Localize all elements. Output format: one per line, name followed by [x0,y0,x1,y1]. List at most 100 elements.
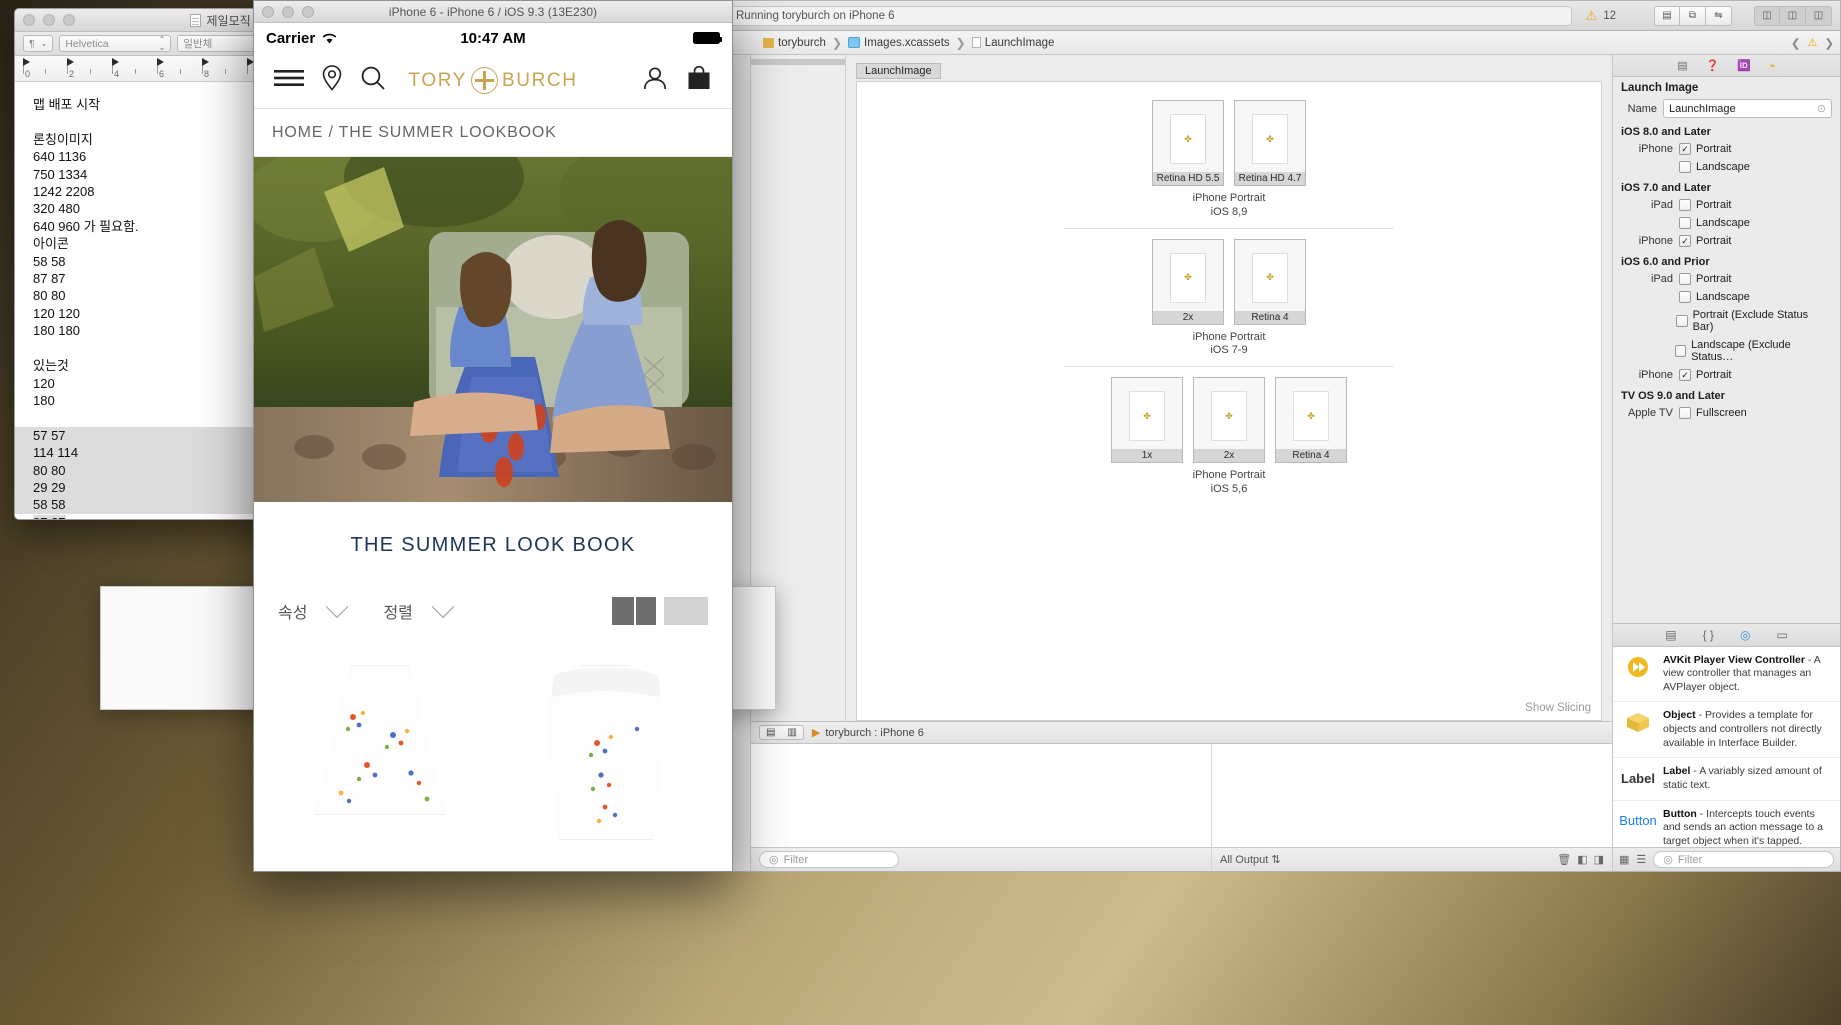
grid-2-column-icon[interactable] [612,597,656,625]
panel-toggle-group[interactable]: ◫ ◫ ◫ [1754,6,1832,26]
filter-attributes[interactable]: 속성 [278,599,345,623]
list-item[interactable]: Button Button - Intercepts touch events … [1613,801,1840,847]
object-library-list[interactable]: AVKit Player View Controller - A view co… [1613,647,1840,848]
checkbox-icon[interactable]: ✓ [1679,369,1691,381]
checkbox-portrait[interactable]: Portrait [1679,272,1739,286]
checkbox-landscape-exclude-status[interactable]: Landscape (Exclude Status… [1675,338,1832,364]
active-scheme-crumb[interactable]: ▶ toryburch : iPhone 6 [812,726,924,739]
list-view-icon[interactable]: ☰ [1636,853,1646,866]
assistant-editor-icon[interactable]: ⧉ [1680,6,1706,26]
code-snippet-library-icon[interactable]: { } [1703,628,1714,642]
checkbox-portrait[interactable]: ✓ Portrait [1679,368,1739,382]
checkbox-fullscreen[interactable]: Fullscreen [1679,406,1755,420]
image-slot[interactable]: ✤ Retina HD 4.7 [1234,100,1306,186]
image-slot[interactable]: ✤ 2x [1152,239,1224,325]
list-item[interactable]: Label Label - A variably sized amount of… [1613,758,1840,800]
quick-help-icon[interactable]: ❓ [1706,59,1720,72]
trash-icon[interactable]: 🗑 [1557,853,1571,866]
breadcrumb-project[interactable]: toryburch [763,37,826,49]
device-label: iPhone [1621,143,1673,155]
grid-1-column-icon[interactable] [664,597,708,625]
inspector-tab-bar[interactable]: ▤ ❓ 🆔 ⌁ [1613,55,1840,77]
filter-sort[interactable]: 정렬 [383,599,450,623]
show-slicing-button[interactable]: Show Slicing [1525,702,1591,714]
left-pane-icon[interactable]: ◧ [1577,853,1587,866]
image-slot[interactable]: ✤ 2x [1193,377,1265,463]
identity-inspector-icon[interactable]: 🆔 [1737,59,1751,72]
list-item[interactable]: AVKit Player View Controller - A view co… [1613,647,1840,703]
checkbox-portrait[interactable]: ✓ Portrait [1679,142,1739,156]
asset-item-launchimage[interactable] [751,59,845,65]
checkbox-icon[interactable] [1675,345,1686,357]
file-template-library-icon[interactable]: ▤ [1665,628,1676,642]
checkbox-portrait[interactable]: ✓ Portrait [1679,234,1739,248]
image-slot[interactable]: ✤ Retina HD 5.5 [1152,100,1224,186]
product-card-skirt[interactable] [276,655,484,871]
image-slot[interactable]: ✤ Retina 4 [1275,377,1347,463]
output-scope-select[interactable]: All Output ⇅ [1220,853,1281,866]
xcode-jump-bar[interactable]: toryburch ❯ Images.xcassets ❯ LaunchImag… [691,31,1840,55]
tab-marker[interactable] [157,58,164,66]
editor-mode-group[interactable]: ▤ ⧉ ⇋ [1654,6,1732,26]
jumpbar-warning-icon[interactable]: ⚠ [1807,36,1817,49]
jumpbar-forward-icon[interactable]: ❯ [1824,36,1834,50]
debug-view-toggle[interactable]: ▤▥ [759,725,804,740]
product-card-dress[interactable] [502,655,710,871]
checkbox-icon[interactable] [1679,199,1691,211]
chevron-down-icon [326,595,349,618]
checkbox-landscape[interactable]: Landscape [1679,216,1758,230]
image-slot[interactable]: ✤ 1x [1111,377,1183,463]
view-toggle[interactable] [612,597,708,625]
standard-editor-icon[interactable]: ▤ [1654,6,1680,26]
checkbox-icon[interactable] [1679,217,1691,229]
grid-view-icon[interactable]: ▦ [1619,853,1629,866]
slot-label: Retina HD 4.7 [1235,172,1305,185]
xcode-utilities-pane: ▤ ❓ 🆔 ⌁ Launch Image Name LaunchImage ⊙ … [1612,55,1840,871]
name-input[interactable]: LaunchImage ⊙ [1663,99,1832,118]
right-pane-icon[interactable]: ◨ [1594,853,1604,866]
ios-simulator-window[interactable]: iPhone 6 - iPhone 6 / iOS 9.3 (13E230) C… [253,0,733,872]
checkbox-icon[interactable] [1679,273,1691,285]
attributes-inspector-icon[interactable]: ⌁ [1769,59,1776,72]
checkbox-icon[interactable]: ✓ [1679,235,1691,247]
console-output-pane[interactable]: All Output ⇅ 🗑 ◧ ◨ [1212,744,1612,871]
breadcrumb-launchimage[interactable]: LaunchImage [972,37,1055,49]
simulator-titlebar[interactable]: iPhone 6 - iPhone 6 / iOS 9.3 (13E230) [254,1,732,23]
toggle-navigator-icon[interactable]: ◫ [1754,6,1780,26]
variables-filter-input[interactable]: ◎ Filter [759,851,899,868]
breadcrumb-xcassets[interactable]: Images.xcassets [848,37,950,49]
image-slot[interactable]: ✤ Retina 4 [1234,239,1306,325]
variables-pane[interactable]: ◎ Filter [751,744,1212,871]
checkbox-portrait-exclude-status[interactable]: Portrait (Exclude Status Bar) [1676,308,1832,334]
toggle-utilities-icon[interactable]: ◫ [1806,6,1832,26]
app-nav-bar: TORY BURCH [254,53,732,109]
xcode-window[interactable]: 2 Running toryburch on iPhone 6 ⚠ 12 ▤ ⧉… [690,0,1841,872]
jumpbar-back-icon[interactable]: ❮ [1791,36,1801,50]
version-editor-icon[interactable]: ⇋ [1706,6,1732,26]
media-library-icon[interactable]: ▭ [1776,628,1787,642]
toggle-debug-icon[interactable]: ◫ [1780,6,1806,26]
paragraph-style-select[interactable]: ¶ ⌄ [23,35,53,52]
checkbox-landscape[interactable]: Landscape [1679,290,1758,304]
file-inspector-icon[interactable]: ▤ [1677,59,1687,72]
checkbox-icon[interactable] [1679,161,1691,173]
tab-marker[interactable] [23,58,30,66]
checkbox-icon[interactable] [1676,315,1687,327]
checkbox-portrait[interactable]: Portrait [1679,198,1739,212]
asset-canvas[interactable]: ✤ Retina HD 5.5 ✤ Retina HD 4.7 [856,81,1602,721]
tab-marker[interactable] [112,58,119,66]
checkbox-icon[interactable] [1679,407,1691,419]
library-tab-bar[interactable]: ▤ { } ◎ ▭ [1613,623,1840,647]
library-filter-input[interactable]: ◎ Filter [1653,851,1834,868]
tab-marker[interactable] [67,58,74,66]
clear-icon[interactable]: ⊙ [1817,102,1826,115]
tab-marker[interactable] [202,58,209,66]
status-text: Running toryburch on iPhone 6 [736,10,895,22]
warning-triangle-icon[interactable]: ⚠ [1586,8,1598,24]
checkbox-icon[interactable] [1679,291,1691,303]
checkbox-icon[interactable]: ✓ [1679,143,1691,155]
object-library-icon[interactable]: ◎ [1740,628,1750,642]
checkbox-landscape[interactable]: Landscape [1679,160,1758,174]
list-item[interactable]: Object - Provides a template for objects… [1613,702,1840,758]
font-family-select[interactable]: Helvetica ⌃⌄ [59,35,171,52]
